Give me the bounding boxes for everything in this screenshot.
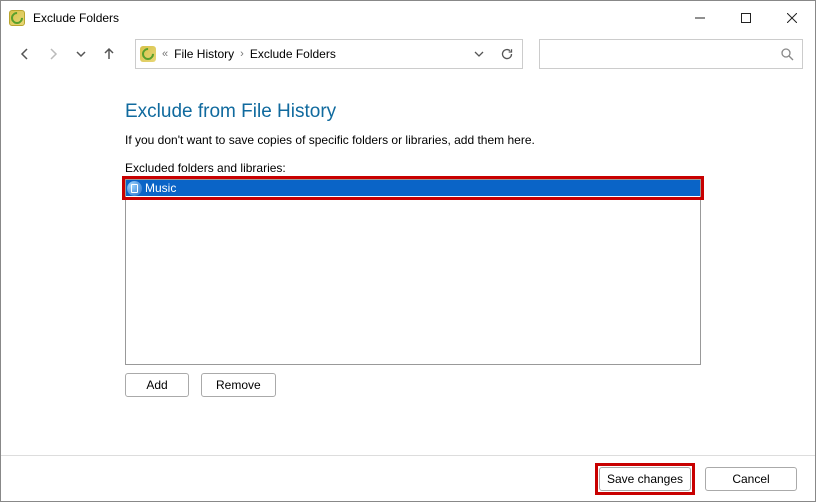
cancel-button[interactable]: Cancel xyxy=(705,467,797,491)
chevron-down-icon xyxy=(473,48,485,60)
list-item[interactable]: Music xyxy=(126,180,700,196)
refresh-button[interactable] xyxy=(496,43,518,65)
list-item-label: Music xyxy=(145,181,176,195)
page-heading: Exclude from File History xyxy=(125,101,816,123)
maximize-button[interactable] xyxy=(723,2,769,34)
recent-locations-button[interactable] xyxy=(69,42,93,66)
navigation-toolbar: « File History › Exclude Folders xyxy=(1,35,815,73)
excluded-list[interactable]: Music xyxy=(125,179,701,365)
search-icon xyxy=(780,47,794,61)
up-button[interactable] xyxy=(97,42,121,66)
breadcrumb-item-file-history[interactable]: File History xyxy=(174,47,234,61)
remove-button[interactable]: Remove xyxy=(201,373,276,397)
window-title: Exclude Folders xyxy=(33,11,119,25)
minimize-button[interactable] xyxy=(677,2,723,34)
save-changes-button[interactable]: Save changes xyxy=(599,467,691,491)
forward-button[interactable] xyxy=(41,42,65,66)
close-icon xyxy=(787,13,797,23)
list-label: Excluded folders and libraries: xyxy=(125,161,816,175)
arrow-right-icon xyxy=(46,47,60,61)
address-bar[interactable]: « File History › Exclude Folders xyxy=(135,39,523,69)
main-content: Exclude from File History If you don't w… xyxy=(1,73,816,397)
address-dropdown-button[interactable] xyxy=(468,43,490,65)
close-button[interactable] xyxy=(769,2,815,34)
file-history-icon xyxy=(140,46,156,62)
maximize-icon xyxy=(741,13,751,23)
dialog-footer: Save changes Cancel xyxy=(1,455,815,501)
page-description: If you don't want to save copies of spec… xyxy=(125,133,816,147)
minimize-icon xyxy=(695,13,705,23)
back-button[interactable] xyxy=(13,42,37,66)
breadcrumb-lead: « xyxy=(162,48,168,60)
search-input[interactable] xyxy=(539,39,803,69)
arrow-up-icon xyxy=(102,47,116,61)
chevron-down-icon xyxy=(74,47,88,61)
app-icon xyxy=(9,10,25,26)
refresh-icon xyxy=(500,47,514,61)
arrow-left-icon xyxy=(18,47,32,61)
music-library-icon xyxy=(127,181,142,196)
add-button[interactable]: Add xyxy=(125,373,189,397)
breadcrumb-item-exclude-folders[interactable]: Exclude Folders xyxy=(250,47,336,61)
chevron-right-icon: › xyxy=(240,48,244,60)
title-bar: Exclude Folders xyxy=(1,1,815,35)
